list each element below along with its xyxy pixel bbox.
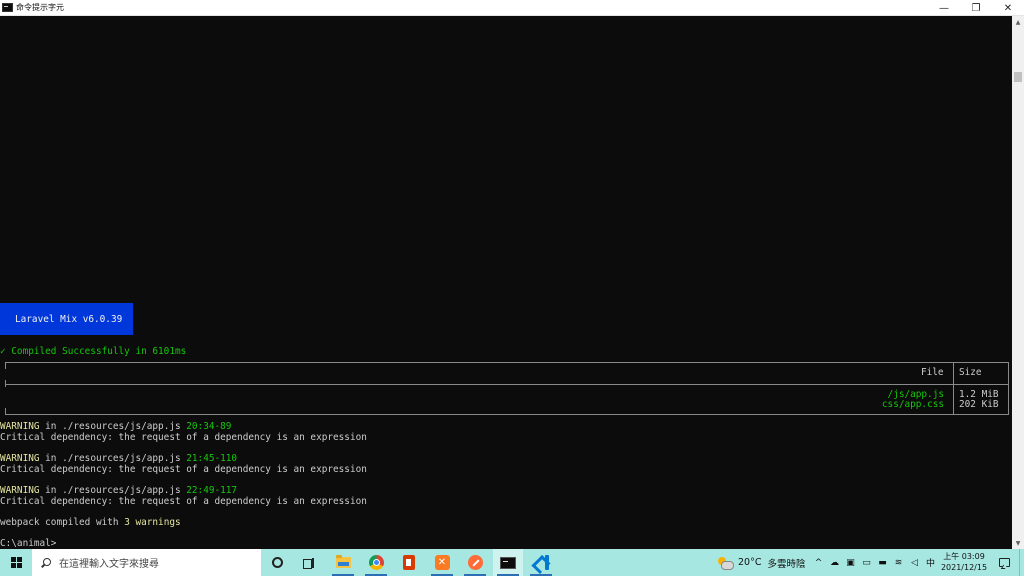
warning-label: WARNING (0, 485, 40, 496)
window-controls: — ❐ ✕ (928, 0, 1024, 16)
clock-time: 上午 03:09 (943, 552, 985, 561)
webpack-summary: webpack compiled with 3 warnings (0, 517, 181, 528)
office-icon (403, 555, 415, 570)
taskbar: 在這裡輸入文字來搜尋 20°C 多雲時陰 ^ ☁ ▣ ▭ ▬ ≋ ◁ 中 上午 … (0, 549, 1024, 576)
minimize-button[interactable]: — (928, 0, 960, 16)
search-icon (41, 557, 51, 568)
taskbar-app-file-explorer[interactable] (328, 549, 358, 576)
scroll-down-arrow-icon[interactable]: ▼ (1012, 537, 1024, 549)
restore-button[interactable]: ❐ (960, 0, 992, 16)
notification-icon (998, 558, 1010, 567)
warning-detail: Critical dependency: the request of a de… (0, 496, 367, 507)
taskbar-app-xampp[interactable] (427, 549, 457, 576)
command-prompt-icon (2, 3, 13, 12)
warning-location: 21:45-110 (186, 453, 238, 464)
start-button[interactable] (0, 549, 32, 576)
show-desktop-button[interactable] (1019, 549, 1024, 576)
warning-line: WARNING in ./resources/js/app.js 20:34-8… (0, 421, 231, 432)
warning-path: in ./resources/js/app.js (39, 453, 187, 464)
task-view-icon (303, 557, 315, 569)
partly-cloudy-icon (718, 556, 734, 570)
command-prompt-icon (500, 556, 516, 569)
warning-line: WARNING in ./resources/js/app.js 22:49-1… (0, 485, 237, 496)
weather-widget[interactable]: 20°C 多雲時陰 (718, 549, 806, 576)
xampp-icon (434, 555, 450, 570)
warning-count: 3 warnings (124, 517, 181, 528)
build-output-table: File Size /js/app.js 1.2 MiB css/app.css… (5, 362, 1009, 415)
weather-temperature: 20°C (738, 557, 762, 568)
table-cell-file: css/app.css (881, 399, 944, 410)
windows-logo-icon (10, 557, 22, 568)
cortana-icon (271, 557, 283, 568)
warning-label: WARNING (0, 453, 40, 464)
title-bar[interactable]: 命令提示字元 — ❐ ✕ (0, 0, 1024, 16)
warning-path: in ./resources/js/app.js (39, 421, 187, 432)
console-output[interactable]: Laravel Mix v6.0.39 ✓ Compiled Successfu… (0, 16, 1012, 549)
volume-muted-icon[interactable]: ◁ (908, 549, 921, 576)
input-method-indicator[interactable]: 中 (924, 549, 937, 576)
taskbar-app-postman[interactable] (460, 549, 490, 576)
command-prompt-line[interactable]: C:\animal> (0, 538, 56, 549)
cortana-button[interactable] (262, 549, 292, 576)
table-header-file: File (921, 367, 944, 378)
warning-detail: Critical dependency: the request of a de… (0, 464, 367, 475)
warning-path: in ./resources/js/app.js (39, 485, 187, 496)
show-hidden-icons-chevron-icon[interactable]: ^ (812, 549, 825, 576)
postman-icon (467, 555, 483, 570)
taskbar-search-box[interactable]: 在這裡輸入文字來搜尋 (32, 549, 261, 576)
system-tray: ^ ☁ ▣ ▭ ▬ ≋ ◁ 中 (812, 549, 940, 576)
file-explorer-icon (335, 555, 351, 568)
notification-center-button[interactable] (994, 549, 1014, 576)
vscode-icon (534, 555, 549, 570)
task-view-button[interactable] (294, 549, 324, 576)
taskbar-app-office[interactable] (394, 549, 424, 576)
onedrive-cloud-icon[interactable]: ☁ (828, 549, 841, 576)
table-header-size: Size (959, 367, 982, 378)
vertical-scrollbar[interactable]: ▲ ▼ (1012, 16, 1024, 549)
summary-text: webpack compiled with (0, 517, 125, 528)
close-button[interactable]: ✕ (992, 0, 1024, 16)
search-placeholder: 在這裡輸入文字來搜尋 (59, 559, 159, 570)
taskbar-app-vscode[interactable] (526, 549, 556, 576)
taskbar-clock[interactable]: 上午 03:09 2021/12/15 (938, 551, 990, 575)
warning-detail: Critical dependency: the request of a de… (0, 432, 367, 443)
compile-success-line: ✓ Compiled Successfully in 6101ms (0, 346, 187, 357)
meet-now-icon[interactable]: ▭ (860, 549, 873, 576)
tray-app-icon[interactable]: ▣ (844, 549, 857, 576)
window-title: 命令提示字元 (16, 3, 64, 12)
scroll-up-arrow-icon[interactable]: ▲ (1012, 16, 1024, 28)
laravel-mix-banner: Laravel Mix v6.0.39 (0, 303, 133, 335)
wifi-icon[interactable]: ≋ (892, 549, 905, 576)
scroll-thumb[interactable] (1014, 72, 1022, 82)
taskbar-app-chrome[interactable] (361, 549, 391, 576)
taskbar-app-command-prompt[interactable] (493, 549, 523, 576)
weather-condition: 多雲時陰 (767, 558, 806, 570)
warning-label: WARNING (0, 421, 40, 432)
clock-date: 2021/12/15 (940, 563, 988, 572)
warning-location: 22:49-117 (186, 485, 238, 496)
chrome-icon (368, 555, 384, 570)
table-cell-size: 202 KiB (959, 399, 999, 410)
warning-line: WARNING in ./resources/js/app.js 21:45-1… (0, 453, 237, 464)
warning-location: 20:34-89 (186, 421, 232, 432)
battery-icon[interactable]: ▬ (876, 549, 889, 576)
